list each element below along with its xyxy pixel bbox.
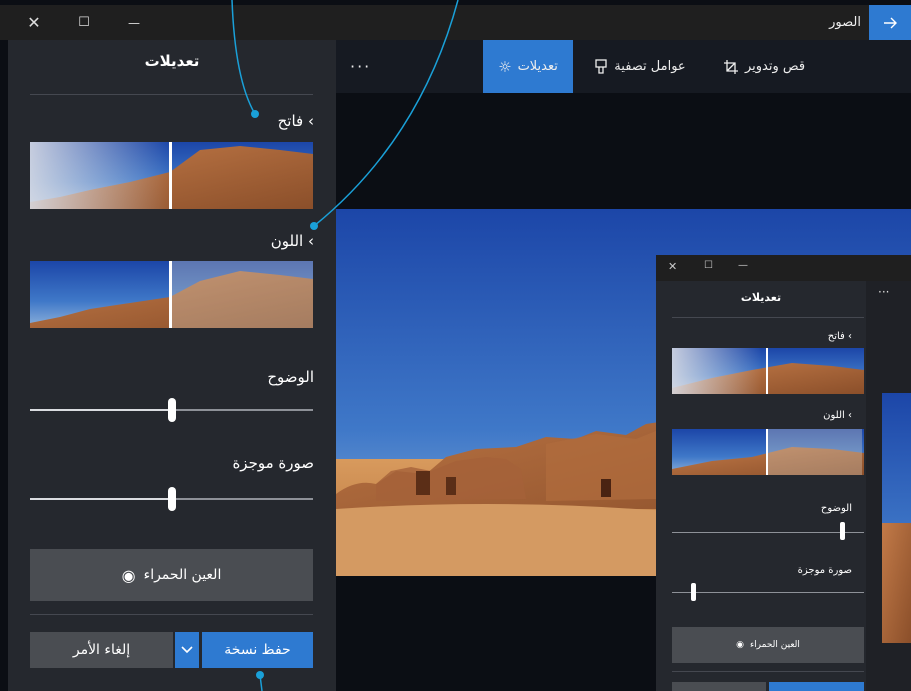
chevron-down-icon (181, 646, 193, 654)
eye-icon: ◉ (121, 565, 136, 585)
more-options-button[interactable]: ··· (350, 40, 371, 93)
color-section-header[interactable]: اللون ‹ (271, 232, 314, 250)
minimize-icon[interactable]: — (114, 5, 154, 40)
crop-icon (723, 59, 738, 74)
adjustments-panel: تعديلات فاتح ‹ اللون ‹ الوضوح صورة موجزة… (8, 40, 336, 691)
inner-maximize-icon: ☐ (704, 260, 713, 271)
clarity-slider-fill (30, 409, 172, 411)
red-eye-label: العين الحمراء (143, 567, 222, 583)
close-icon[interactable]: ✕ (14, 5, 54, 40)
nested-screenshot-window: ✕ ☐ — ··· تعديلات فاتح ‹ اللون ‹ الوضوح … (656, 255, 911, 691)
inner-vignette-label: صورة موجزة (797, 565, 852, 576)
panel-title: تعديلات (144, 52, 200, 70)
inner-minimize-icon: — (738, 260, 748, 271)
tab-adjustments[interactable]: ☼ تعديلات (483, 40, 573, 93)
inner-divider (672, 317, 864, 318)
inner-vignette-thumb (690, 583, 696, 601)
chevron-icon: ‹ (308, 232, 314, 250)
inner-titlebar: ✕ ☐ — (656, 255, 911, 281)
inner-close-icon: ✕ (668, 260, 678, 273)
editor-toolbar: ··· ☼ تعديلات عوامل تصفية قص وتدوير (336, 40, 911, 93)
tab-filters[interactable]: عوامل تصفية (584, 40, 696, 93)
inner-redeye-button: ◉ العين الحمراء (672, 627, 864, 663)
tab-crop-rotate[interactable]: قص وتدوير (708, 40, 820, 93)
cancel-button[interactable]: إلغاء الأمر (30, 632, 173, 668)
inner-panel-title: تعديلات (740, 291, 782, 304)
back-button[interactable] (869, 5, 911, 40)
light-section-header[interactable]: فاتح ‹ (278, 112, 314, 130)
title-bar: ✕ ☐ — الصور (0, 5, 911, 40)
sun-icon: ☼ (498, 57, 512, 76)
panel-divider-2 (30, 614, 313, 615)
inner-clarity-slider (672, 532, 864, 533)
tab-crop-label: قص وتدوير (744, 59, 806, 74)
inner-clarity-thumb (840, 522, 846, 540)
panel-divider (30, 94, 313, 95)
cancel-label: إلغاء الأمر (72, 642, 131, 658)
chevron-icon: ‹ (308, 112, 314, 130)
vignette-slider-thumb[interactable] (167, 487, 176, 511)
inner-color-label: اللون ‹ (823, 410, 852, 421)
light-label: فاتح (277, 112, 304, 130)
inner-vignette-slider (672, 592, 864, 593)
arrow-right-icon (884, 17, 897, 28)
tab-adjustments-label: تعديلات (517, 59, 558, 74)
paint-brush-icon (595, 58, 607, 74)
tab-filters-label: عوامل تصفية (614, 59, 686, 74)
clarity-label: الوضوح (267, 368, 314, 386)
inner-cancel-button (672, 682, 766, 691)
split-line (169, 142, 172, 209)
split-line (169, 261, 172, 328)
inner-photo-strip (882, 393, 911, 643)
save-copy-button[interactable]: حفظ نسخة (202, 632, 313, 668)
red-eye-button[interactable]: ◉ العين الحمراء (30, 549, 313, 601)
save-copy-label: حفظ نسخة (224, 642, 291, 658)
light-preview-thumbnail[interactable] (30, 142, 313, 209)
inner-light-thumb (672, 348, 864, 394)
inner-clarity-label: الوضوح (820, 503, 852, 514)
inner-divider-2 (672, 671, 864, 672)
inner-eye-icon: ◉ (736, 640, 744, 650)
clarity-slider-thumb[interactable] (167, 398, 176, 422)
vignette-slider-fill (30, 498, 172, 500)
vignette-label: صورة موجزة (232, 454, 314, 472)
inner-light-label: فاتح ‹ (827, 331, 852, 342)
inner-adjust-panel: تعديلات فاتح ‹ اللون ‹ الوضوح صورة موجزة… (656, 281, 866, 691)
inner-color-thumb (672, 429, 864, 475)
save-options-dropdown[interactable] (175, 632, 199, 668)
inner-save-button (769, 682, 864, 691)
inner-more-icon: ··· (878, 285, 890, 299)
app-title: الصور (829, 15, 861, 30)
maximize-icon[interactable]: ☐ (64, 5, 104, 40)
color-label: اللون (270, 232, 304, 250)
color-preview-thumbnail[interactable] (30, 261, 313, 328)
